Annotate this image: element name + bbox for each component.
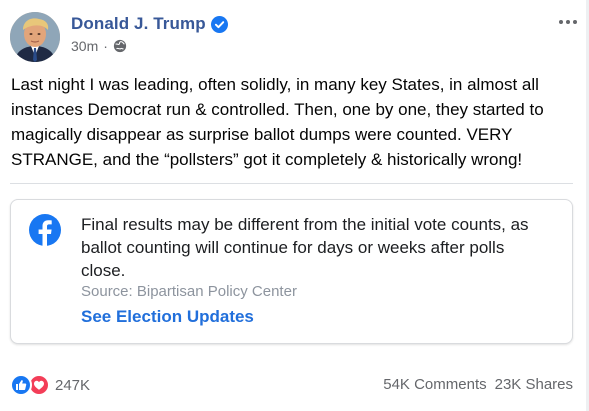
notice-message: Final results may be different from the … [81, 215, 529, 280]
reactions-summary[interactable]: 247K [10, 374, 90, 396]
post-timestamp[interactable]: 30m [71, 38, 98, 54]
author-name[interactable]: Donald J. Trump [71, 14, 206, 34]
comments-count-link[interactable]: 54K Comments [383, 376, 486, 393]
post-footer: 247K 54K Comments 23K Shares [10, 372, 573, 398]
divider [10, 183, 573, 184]
facebook-logo-icon [29, 214, 61, 246]
meta-separator: · [103, 38, 108, 54]
election-info-notice: Final results may be different from the … [10, 199, 573, 344]
author-row: Donald J. Trump [71, 13, 228, 35]
verified-badge-icon [210, 15, 228, 33]
facebook-post: Donald J. Trump 30m · Last night I was l… [0, 0, 589, 411]
post-text: Last night I was leading, often solidly,… [11, 75, 544, 169]
reaction-count: 247K [55, 376, 91, 394]
see-election-updates-link[interactable]: See Election Updates [81, 307, 254, 327]
post-header: Donald J. Trump 30m · [10, 12, 580, 62]
shares-count-link[interactable]: 23K Shares [495, 376, 573, 393]
like-icon [10, 374, 32, 396]
ellipsis-icon [559, 20, 577, 24]
post-meta: 30m · [71, 38, 127, 54]
avatar-photo [10, 12, 60, 62]
globe-icon[interactable] [113, 39, 127, 53]
avatar[interactable] [10, 12, 60, 62]
notice-source: Source: Bipartisan Policy Center [81, 283, 297, 300]
more-options-button[interactable] [556, 12, 580, 32]
engagement-stats: 54K Comments 23K Shares [383, 376, 573, 393]
